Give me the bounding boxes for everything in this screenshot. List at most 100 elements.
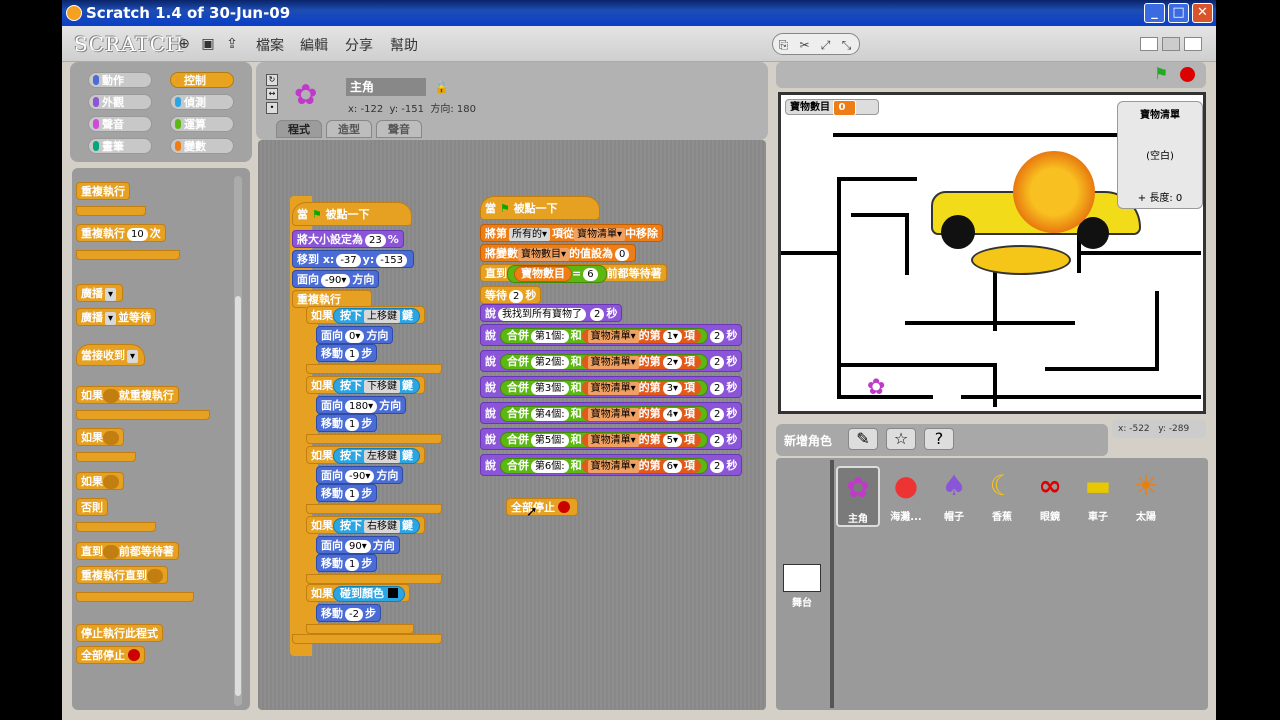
normal-stage-button[interactable] <box>1162 37 1180 51</box>
steps-input[interactable]: 1 <box>345 418 360 431</box>
index-input[interactable]: 6▾ <box>662 460 682 473</box>
steps-input[interactable]: 1 <box>345 348 360 361</box>
category-7[interactable]: 變數 <box>170 138 234 154</box>
block-stop-script[interactable]: 停止執行此程式 <box>76 624 163 642</box>
category-4[interactable]: 聲音 <box>88 116 152 132</box>
menu-help[interactable]: 幫助 <box>390 35 418 55</box>
direction-input[interactable]: 180▾ <box>345 400 378 413</box>
variable-monitor[interactable]: 寶物數目 0 <box>785 99 879 116</box>
size-input[interactable]: 23 <box>365 234 386 247</box>
index-input[interactable]: 3▾ <box>662 382 682 395</box>
seconds-input[interactable]: 2 <box>710 434 725 447</box>
block-ifelse[interactable]: 如果 <box>76 472 124 490</box>
index-input[interactable]: 5▾ <box>662 434 682 447</box>
say-join-block[interactable]: 說 合併 第4個: 和寶物清單▾ 的第 4▾ 項 2 秒 <box>480 402 743 424</box>
sprite-thumbnail-1[interactable]: ● 海灘... <box>884 466 928 523</box>
x-input[interactable]: -37 <box>336 254 361 267</box>
say-join-block[interactable]: 說 合併 第1個: 和寶物清單▾ 的第 1▾ 項 2 秒 <box>480 324 743 346</box>
join-text-input[interactable]: 第6個: <box>530 460 569 473</box>
if-key-block[interactable]: 如果 按下 上移鍵鍵 <box>306 306 425 324</box>
sprite-thumbnail-6[interactable]: ☀ 太陽 <box>1124 466 1168 523</box>
stage[interactable]: 寶物數目 0 ✿ 寶物清單 (空白) + 長度: 0 <box>778 92 1206 414</box>
list-dropdown[interactable]: 寶物清單▾ <box>574 228 626 241</box>
direction-input[interactable]: -90▾ <box>321 274 351 287</box>
list-monitor[interactable]: 寶物清單 (空白) + 長度: 0 <box>1117 101 1203 209</box>
say-join-block[interactable]: 說 合併 第5個: 和寶物清單▾ 的第 5▾ 項 2 秒 <box>480 428 743 450</box>
seconds-input[interactable]: 2 <box>710 460 725 473</box>
menu-share[interactable]: 分享 <box>345 35 373 55</box>
item-of-list-block[interactable]: 寶物清單▾ 的第 2▾ 項 <box>581 355 701 369</box>
index-input[interactable]: 4▾ <box>662 408 682 421</box>
set-variable-block[interactable]: 將變數 寶物數目▾ 的值設為 0 <box>480 244 637 262</box>
join-text-input[interactable]: 第2個: <box>530 356 569 369</box>
sun-sprite[interactable] <box>1013 151 1095 233</box>
tab-scripts[interactable]: 程式 <box>276 120 322 138</box>
join-text-input[interactable]: 第3個: <box>530 382 569 395</box>
key-pressed-block[interactable]: 按下 下移鍵鍵 <box>333 378 420 394</box>
block-repeat[interactable]: 重複執行 10 次 <box>76 224 166 242</box>
move-block[interactable]: 移動 -2 步 <box>316 604 381 622</box>
seconds-input[interactable]: 2 <box>590 308 605 321</box>
goto-xy-block[interactable]: 移到 x: -37 y: -153 <box>292 250 414 268</box>
seconds-input[interactable]: 2 <box>509 290 524 303</box>
minimize-button[interactable]: _ <box>1144 3 1165 23</box>
set-size-block[interactable]: 將大小設定為 23% <box>292 230 404 248</box>
key-dropdown[interactable]: 右移鍵 <box>364 520 400 533</box>
point-direction-block[interactable]: 面向 0▾ 方向 <box>316 326 394 344</box>
compare-input[interactable]: 6 <box>583 268 598 281</box>
tab-costumes[interactable]: 造型 <box>326 120 372 138</box>
wait-until-block[interactable]: 直到 寶物數目 = 6 前都等待著 <box>480 264 667 283</box>
steps-input[interactable]: 1 <box>345 488 360 501</box>
y-input[interactable]: -153 <box>376 254 407 267</box>
color-swatch[interactable] <box>387 588 398 598</box>
block-broadcast[interactable]: 廣播 ▾ <box>76 284 124 302</box>
add-item-icon[interactable]: + <box>1138 193 1146 204</box>
join-text-input[interactable]: 第1個: <box>530 330 569 343</box>
list-dropdown[interactable]: 寶物清單▾ <box>587 434 639 447</box>
share-icon[interactable]: ⇪ <box>224 36 240 52</box>
equals-block[interactable]: 寶物數目 = 6 <box>507 265 607 283</box>
if-key-block[interactable]: 如果 按下 下移鍵鍵 <box>306 376 425 394</box>
move-block[interactable]: 移動 1 步 <box>316 484 378 502</box>
no-rotate-icon[interactable]: • <box>266 102 278 114</box>
block-forever-if[interactable]: 如果 就重複執行 <box>76 386 179 404</box>
green-flag-button[interactable]: ⚑ <box>1154 64 1168 83</box>
category-5[interactable]: 運算 <box>170 116 234 132</box>
message-dropdown[interactable]: ▾ <box>127 350 139 363</box>
rotate-style-icon[interactable]: ↻ <box>266 74 278 86</box>
stage-thumbnail[interactable]: 舞台 <box>782 564 822 609</box>
seconds-input[interactable]: 2 <box>710 382 725 395</box>
point-direction-block[interactable]: 面向 90▾ 方向 <box>316 536 400 554</box>
block-forever[interactable]: 重複執行 <box>76 182 130 200</box>
block-repeat-until[interactable]: 重複執行直到 <box>76 566 168 584</box>
broadcast-dropdown[interactable]: ▾ <box>105 312 117 325</box>
category-0[interactable]: 動作 <box>88 72 152 88</box>
delete-list-block[interactable]: 將第 所有的▾ 項從 寶物清單▾ 中移除 <box>480 224 664 242</box>
list-dropdown[interactable]: 寶物清單▾ <box>587 330 639 343</box>
maximize-button[interactable]: □ <box>1168 3 1189 23</box>
message-input[interactable]: 我找到所有寶物了 <box>498 308 586 321</box>
steps-input[interactable]: 1 <box>345 558 360 571</box>
random-sprite-button[interactable]: ? <box>924 428 954 450</box>
grow-icon[interactable]: ⤢ <box>815 35 836 55</box>
delete-index-dropdown[interactable]: 所有的▾ <box>509 228 551 241</box>
key-pressed-block[interactable]: 按下 左移鍵鍵 <box>333 448 420 464</box>
sprite-thumbnail-0[interactable]: ✿ 主角 <box>836 466 880 527</box>
category-2[interactable]: 外觀 <box>88 94 152 110</box>
if-key-block[interactable]: 如果 按下 左移鍵鍵 <box>306 446 425 464</box>
join-block[interactable]: 合併 第5個: 和寶物清單▾ 的第 5▾ 項 <box>499 432 708 448</box>
tab-sounds[interactable]: 聲音 <box>376 120 422 138</box>
block-broadcast-wait[interactable]: 廣播 ▾ 並等待 <box>76 308 157 326</box>
paint-sprite-button[interactable]: ✎ <box>848 428 878 450</box>
block-if[interactable]: 如果 <box>76 428 124 446</box>
join-block[interactable]: 合併 第4個: 和寶物清單▾ 的第 4▾ 項 <box>499 406 708 422</box>
key-pressed-block[interactable]: 按下 上移鍵鍵 <box>333 308 420 324</box>
say-join-block[interactable]: 說 合併 第3個: 和寶物清單▾ 的第 3▾ 項 2 秒 <box>480 376 743 398</box>
point-direction-block[interactable]: 面向 -90▾ 方向 <box>316 466 404 484</box>
list-dropdown[interactable]: 寶物清單▾ <box>587 356 639 369</box>
key-dropdown[interactable]: 左移鍵 <box>364 450 400 463</box>
presentation-mode-button[interactable] <box>1184 37 1202 51</box>
key-dropdown[interactable]: 上移鍵 <box>364 310 400 323</box>
sprite-thumbnail-4[interactable]: ∞ 眼鏡 <box>1028 466 1072 523</box>
variable-reporter[interactable]: 寶物數目 <box>514 266 572 282</box>
